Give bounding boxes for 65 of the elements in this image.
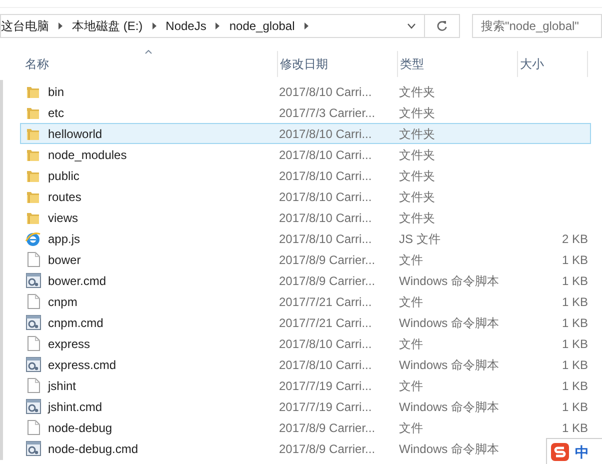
file-name: bin bbox=[48, 84, 64, 100]
file-name: express bbox=[48, 336, 90, 352]
date-modified: 2017/8/9 Carrier... bbox=[279, 252, 376, 268]
file-type: 文件夹 bbox=[399, 168, 436, 184]
file-type: 文件夹 bbox=[399, 104, 436, 122]
date-modified: 2017/8/9 Carrier... bbox=[279, 420, 376, 436]
file-type: 文件夹 bbox=[399, 126, 436, 142]
date-modified: 2017/7/21 Carri... bbox=[279, 314, 373, 332]
search-input: 搜索"node_global" bbox=[481, 17, 601, 35]
file-name: cnpm bbox=[48, 294, 78, 310]
file-type: Windows 命令脚本 bbox=[399, 398, 500, 416]
file-name: etc bbox=[48, 104, 64, 122]
date-modified: 2017/8/10 Carri... bbox=[279, 356, 373, 374]
file-size: 1 KB bbox=[562, 294, 588, 310]
file-size: 1 KB bbox=[562, 336, 588, 352]
date-modified: 2017/8/10 Carri... bbox=[279, 168, 373, 184]
file-type: 文件夹 bbox=[399, 210, 436, 226]
file-name: helloworld bbox=[48, 126, 102, 142]
date-modified: 2017/8/10 Carri... bbox=[279, 126, 373, 142]
file-size: 2 KB bbox=[562, 230, 588, 248]
file-type: Windows 命令脚本 bbox=[399, 356, 500, 374]
file-size: 1 KB bbox=[562, 272, 588, 290]
file-name: node_modules bbox=[48, 146, 127, 164]
file-type: JS 文件 bbox=[399, 230, 442, 248]
date-modified: 2017/8/10 Carri... bbox=[279, 230, 373, 248]
file-name: views bbox=[48, 210, 78, 226]
file-size: 1 KB bbox=[562, 356, 588, 374]
date-modified: 2017/8/9 Carrier... bbox=[279, 440, 376, 458]
file-size: 1 KB bbox=[562, 398, 588, 416]
date-modified: 2017/8/10 Carri... bbox=[279, 336, 373, 352]
file-name: cnpm.cmd bbox=[48, 314, 104, 332]
file-name: jshint bbox=[48, 378, 76, 394]
file-size: 1 KB bbox=[562, 420, 588, 436]
file-name: public bbox=[48, 168, 80, 184]
file-name: bower.cmd bbox=[48, 272, 106, 290]
file-name: app.js bbox=[48, 230, 80, 248]
file-type: 文件 bbox=[399, 336, 424, 352]
file-type: Windows 命令脚本 bbox=[399, 314, 500, 332]
file-type: 文件 bbox=[399, 420, 424, 436]
date-modified: 2017/7/21 Carri... bbox=[279, 294, 373, 310]
file-type: Windows 命令脚本 bbox=[399, 272, 500, 290]
file-name: express.cmd bbox=[48, 356, 116, 374]
file-size: 1 KB bbox=[562, 314, 588, 332]
file-name: node-debug bbox=[48, 420, 112, 436]
date-modified: 2017/8/10 Carri... bbox=[279, 84, 373, 100]
file-name: jshint.cmd bbox=[48, 398, 102, 416]
file-name: routes bbox=[48, 188, 82, 206]
date-modified: 2017/8/10 Carri... bbox=[279, 210, 373, 226]
file-name: node-debug.cmd bbox=[48, 440, 138, 458]
file-type: 文件夹 bbox=[399, 146, 436, 164]
date-modified: 2017/8/10 Carri... bbox=[279, 188, 373, 206]
date-modified: 2017/7/19 Carri... bbox=[279, 398, 373, 416]
date-modified: 2017/8/9 Carrier... bbox=[279, 272, 376, 290]
file-type: 文件夹 bbox=[399, 84, 436, 100]
file-size: 1 KB bbox=[562, 252, 588, 268]
file-type: 文件 bbox=[399, 252, 424, 268]
date-modified: 2017/7/3 Carrier... bbox=[279, 104, 376, 122]
file-size: 1 KB bbox=[562, 378, 588, 394]
date-modified: 2017/7/19 Carri... bbox=[279, 378, 373, 394]
file-type: Windows 命令脚本 bbox=[399, 440, 500, 458]
date-modified: 2017/8/10 Carri... bbox=[279, 146, 373, 164]
file-type: 文件 bbox=[399, 294, 424, 310]
file-type: 文件夹 bbox=[399, 188, 436, 206]
file-name: bower bbox=[48, 252, 81, 268]
file-type: 文件 bbox=[399, 378, 424, 394]
